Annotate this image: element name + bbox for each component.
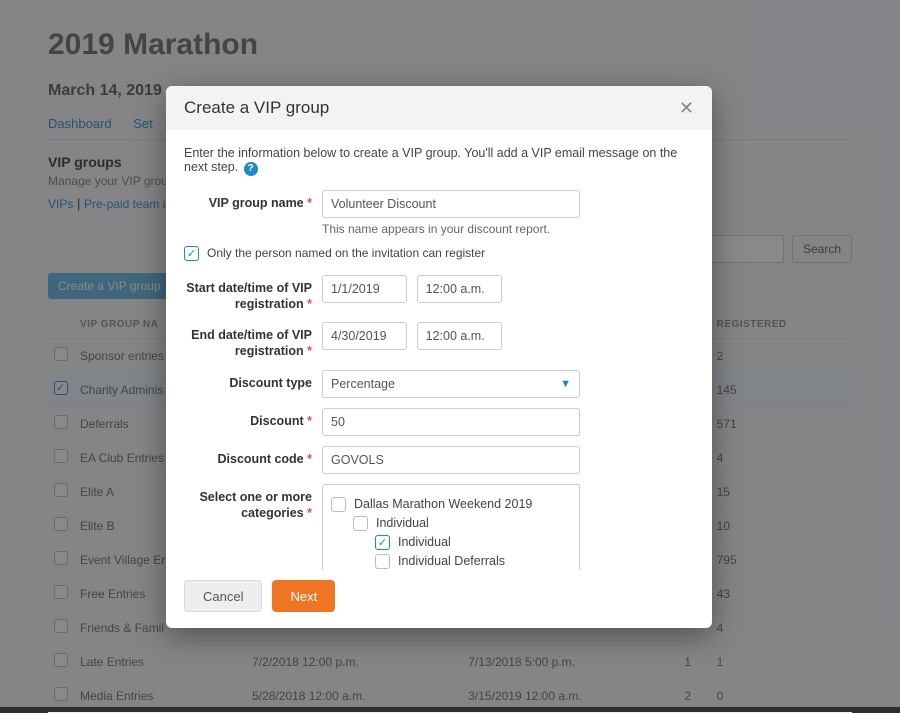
category-tree[interactable]: Dallas Marathon Weekend 2019 Individual In… [322, 484, 580, 571]
category-label: Individual Deferrals [398, 554, 505, 568]
discount-type-select[interactable]: Percentage ▼ [322, 370, 580, 398]
category-checkbox[interactable] [375, 554, 390, 569]
label-end: End date/time of VIP registration * [184, 322, 322, 360]
cancel-button[interactable]: Cancel [184, 580, 262, 612]
vip-group-name-input[interactable] [322, 190, 580, 218]
modal-header: Create a VIP group ✕ [166, 86, 712, 130]
discount-code-input[interactable] [322, 446, 580, 474]
only-named-label: Only the person named on the invitation … [207, 246, 485, 260]
chevron-down-icon: ▼ [560, 378, 571, 390]
start-date-input[interactable] [322, 275, 407, 303]
create-vip-group-modal: Create a VIP group ✕ Enter the informati… [166, 86, 712, 628]
modal-intro: Enter the information below to create a … [184, 146, 694, 176]
label-group-name: VIP group name * [184, 190, 322, 211]
label-discount: Discount * [184, 408, 322, 429]
category-node[interactable]: Individual [375, 535, 571, 550]
next-button[interactable]: Next [272, 580, 335, 612]
category-label: Individual [398, 535, 451, 549]
help-icon[interactable]: ? [244, 162, 258, 176]
label-discount-type: Discount type [184, 370, 322, 391]
category-checkbox[interactable] [375, 535, 390, 550]
category-node[interactable]: Dallas Marathon Weekend 2019 [331, 497, 571, 512]
category-node[interactable]: Individual [353, 516, 571, 531]
category-label: Individual [376, 516, 429, 530]
label-discount-code: Discount code * [184, 446, 322, 467]
only-named-row[interactable]: Only the person named on the invitation … [184, 246, 694, 261]
label-categories: Select one or more categories * [184, 484, 322, 522]
modal-footer: Cancel Next [166, 570, 712, 628]
end-time-input[interactable] [417, 322, 502, 350]
modal-title: Create a VIP group [184, 98, 329, 118]
only-named-checkbox[interactable] [184, 246, 199, 261]
category-checkbox[interactable] [353, 516, 368, 531]
category-node[interactable]: Individual Deferrals [375, 554, 571, 569]
start-time-input[interactable] [417, 275, 502, 303]
label-start: Start date/time of VIP registration * [184, 275, 322, 313]
category-checkbox[interactable] [331, 497, 346, 512]
category-label: Dallas Marathon Weekend 2019 [354, 497, 532, 511]
end-date-input[interactable] [322, 322, 407, 350]
group-name-hint: This name appears in your discount repor… [322, 222, 694, 236]
close-icon[interactable]: ✕ [679, 99, 694, 117]
modal-body: Enter the information below to create a … [166, 130, 712, 570]
discount-input[interactable] [322, 408, 580, 436]
